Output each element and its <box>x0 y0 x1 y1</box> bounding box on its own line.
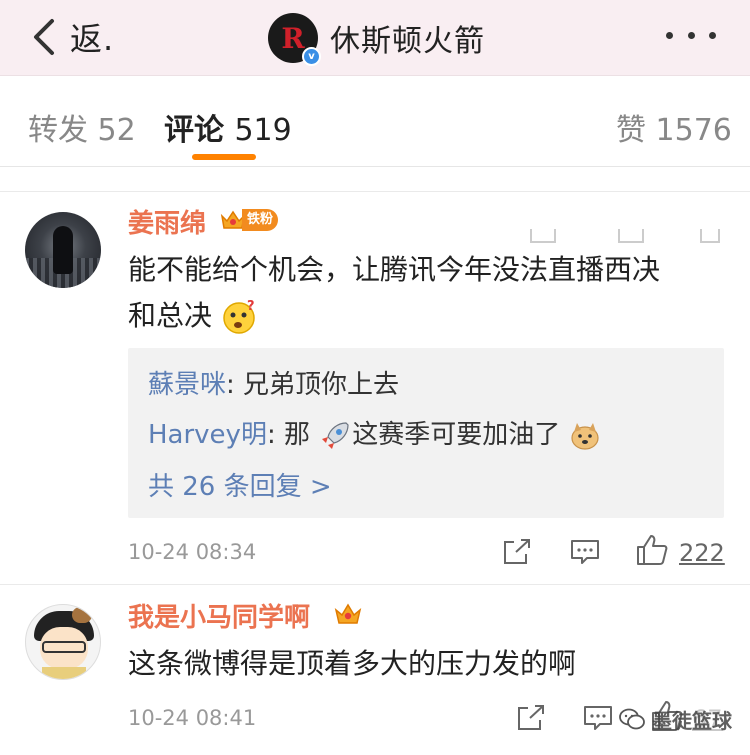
view-all-replies-link[interactable]: 共 26 条回复 > <box>148 466 332 503</box>
like-count[interactable]: 222 <box>679 539 725 567</box>
comment-text: 能不能给个机会，让腾讯今年没法直播西决 和总决 ? <box>128 247 728 339</box>
verified-icon: v <box>302 47 321 66</box>
rocket-icon <box>322 421 349 449</box>
clipped-share-icon <box>530 229 556 243</box>
tab-comments[interactable]: 评论 519 <box>164 105 292 149</box>
fan-badge[interactable]: 铁粉 <box>220 208 284 232</box>
account-header[interactable]: R v 休斯顿火箭 <box>268 12 485 66</box>
team-logo-icon: R <box>281 21 305 55</box>
reply-icon[interactable] <box>583 704 613 732</box>
crown-icon <box>334 603 362 624</box>
page-title: 休斯顿火箭 <box>330 24 485 59</box>
divider <box>0 191 750 192</box>
like-icon[interactable] <box>635 533 669 567</box>
comment-text: 这条微博得是顶着多大的压力发的啊 <box>128 647 577 680</box>
comment-timestamp: 10-24 08:34 <box>128 540 257 564</box>
divider <box>0 166 750 167</box>
svg-text:?: ? <box>247 299 255 314</box>
comment-username[interactable]: 我是小马同学啊 <box>128 597 310 634</box>
share-icon[interactable] <box>516 704 546 732</box>
top-bar: 返. R v 休斯顿火箭 <box>0 0 750 76</box>
clipped-reply-icon <box>618 229 644 243</box>
wechat-icon <box>619 708 645 730</box>
fan-badge-label: 铁粉 <box>242 209 279 231</box>
reply-icon[interactable] <box>570 538 600 566</box>
active-tab-indicator <box>192 154 256 160</box>
tab-likes[interactable]: 赞 1576 <box>616 105 732 149</box>
tab-bar: 转发 52 评论 519 赞 1576 <box>0 77 750 243</box>
more-button[interactable] <box>666 20 716 50</box>
reply-item[interactable]: Harvey明: 那 这赛季可要加油了 <box>148 414 601 453</box>
tab-reposts[interactable]: 转发 52 <box>28 105 136 149</box>
divider <box>0 584 750 585</box>
avatar[interactable] <box>25 212 101 288</box>
doge-icon <box>570 422 599 450</box>
comment-username[interactable]: 姜雨绵 <box>128 203 206 240</box>
watermark-label: 墨徒篮球 <box>652 708 732 733</box>
back-chevron-icon <box>34 19 54 55</box>
comment-timestamp: 10-24 08:41 <box>128 706 257 730</box>
back-label: 返. <box>70 20 115 58</box>
reply-preview[interactable]: 蘇景咪: 兄弟顶你上去 Harvey明: 那 这赛季可要加油了 共 26 条回复… <box>128 348 724 518</box>
watermark: 墨徒篮球 <box>618 702 732 736</box>
back-button[interactable]: 返. <box>28 14 114 60</box>
avatar[interactable] <box>25 604 101 680</box>
team-avatar[interactable]: R v <box>268 13 321 66</box>
more-icon <box>666 31 673 39</box>
reply-item[interactable]: 蘇景咪: 兄弟顶你上去 <box>148 364 399 401</box>
thinking-face-emoji: ? <box>223 299 255 334</box>
clipped-like-icon <box>700 229 720 243</box>
share-icon[interactable] <box>502 538 532 566</box>
